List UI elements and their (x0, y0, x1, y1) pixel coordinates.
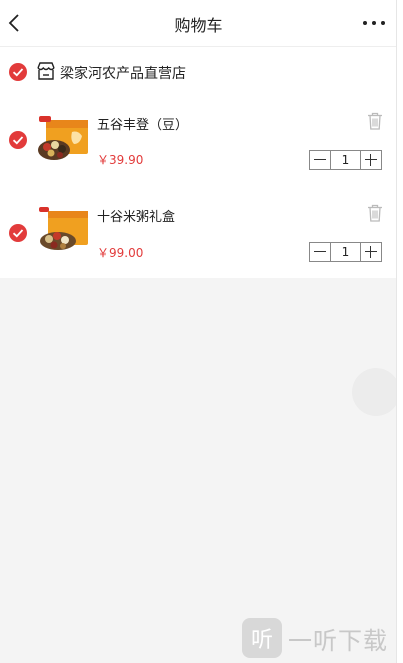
quantity-value[interactable]: 1 (330, 243, 360, 261)
product-price: ￥99.00 (97, 246, 144, 260)
product-price: ￥39.90 (97, 153, 144, 167)
store-check-circle-icon[interactable] (9, 63, 27, 81)
minus-icon[interactable] (310, 151, 330, 169)
quantity-stepper: 1 (309, 242, 382, 262)
watermark-logo: 听 (242, 618, 282, 658)
store-icon (36, 62, 56, 80)
item-check-circle-icon[interactable] (9, 224, 27, 242)
store-name[interactable]: 梁家河农产品直营店 (60, 63, 186, 83)
store-row: 梁家河农产品直营店 (0, 47, 397, 95)
window-edge (396, 0, 403, 663)
cart-item: 五谷丰登（豆） ￥39.90 1 (0, 95, 397, 187)
cart-item: 十谷米粥礼盒 ￥99.00 1 (0, 187, 397, 279)
product-image[interactable] (34, 114, 90, 164)
app-frame: 购物车 梁家河农产品直营店 五谷丰登（豆） ￥39.90 1 十谷米粥礼盒 ￥9… (0, 0, 400, 663)
quantity-stepper: 1 (309, 150, 382, 170)
floating-assistive-button[interactable] (352, 368, 400, 416)
plus-icon[interactable] (360, 243, 381, 261)
minus-icon[interactable] (310, 243, 330, 261)
product-image[interactable] (34, 205, 90, 255)
trash-icon[interactable] (367, 204, 383, 222)
header-bar: 购物车 (0, 0, 397, 47)
trash-icon[interactable] (367, 112, 383, 130)
cart-card: 梁家河农产品直营店 五谷丰登（豆） ￥39.90 1 十谷米粥礼盒 ￥99.00… (0, 47, 397, 278)
watermark: 听 一听下载 (242, 618, 388, 658)
product-name[interactable]: 五谷丰登（豆） (97, 114, 188, 133)
quantity-value[interactable]: 1 (330, 151, 360, 169)
plus-icon[interactable] (360, 151, 381, 169)
page-title: 购物车 (174, 16, 223, 35)
product-name[interactable]: 十谷米粥礼盒 (97, 206, 175, 225)
watermark-text: 一听下载 (288, 626, 388, 655)
item-check-circle-icon[interactable] (9, 131, 27, 149)
more-dots-icon[interactable] (361, 15, 387, 29)
